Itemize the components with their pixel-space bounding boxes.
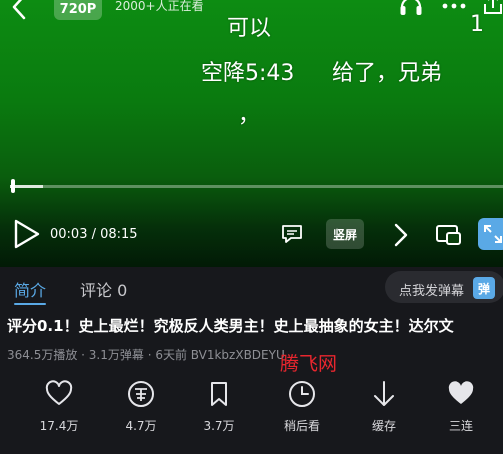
send-danmaku-placeholder: 点我发弹幕 — [399, 284, 465, 299]
coin-count: 4.7万 — [125, 419, 157, 433]
danmaku-badge-icon: 弹 — [473, 277, 495, 299]
like-count: 17.4万 — [39, 419, 79, 433]
back-icon[interactable] — [8, 0, 32, 20]
danmaku-comment: 给了，兄弟 — [332, 61, 443, 86]
favorite-button[interactable]: 3.7万 — [184, 378, 254, 438]
progress-bar[interactable] — [10, 185, 503, 188]
bookmark-icon — [211, 382, 227, 406]
watermark-logo: 腾飞网 — [280, 353, 338, 375]
tab-active-indicator — [14, 303, 46, 305]
download-label: 缓存 — [371, 419, 396, 433]
triple-action-label: 三连 — [448, 419, 473, 433]
heart-outline-icon — [45, 380, 73, 405]
action-bar: 17.4万 4.7万 3.7万 稍后看 缓存 三连 — [0, 378, 503, 454]
danmaku-comment: 1 — [470, 12, 484, 37]
heart-filled-icon — [448, 381, 474, 404]
watch-later-label: 稍后看 — [283, 419, 320, 433]
video-meta: 364.5万播放 · 3.1万弹幕 · 6天前 BV1kbzXBDEYU — [7, 348, 285, 362]
vertical-screen-button[interactable]: 竖屏 — [326, 219, 364, 249]
coin-button[interactable]: 4.7万 — [106, 378, 176, 438]
danmaku-comment: ， — [238, 103, 261, 128]
send-danmaku-input[interactable]: 点我发弹幕 弹 — [385, 271, 503, 303]
detail-tabs: 简介 评论 0 点我发弹幕 弹 — [0, 267, 503, 307]
share-icon[interactable] — [482, 0, 503, 16]
download-button[interactable]: 缓存 — [349, 378, 419, 438]
more-icon[interactable] — [441, 0, 467, 12]
tab-intro[interactable]: 简介 — [14, 277, 46, 301]
play-icon[interactable] — [12, 218, 42, 250]
fullscreen-icon — [484, 225, 502, 243]
danmaku-settings-icon[interactable] — [280, 222, 304, 246]
danmaku-comment: 空降5:43 — [201, 61, 295, 86]
playback-time: 00:03 / 08:15 — [50, 227, 138, 242]
progress-thumb[interactable] — [11, 179, 15, 193]
triple-action-button[interactable]: 三连 — [426, 378, 496, 438]
watch-later-button[interactable]: 稍后看 — [267, 378, 337, 438]
danmaku-comment: 可以 — [227, 16, 272, 41]
quality-button[interactable]: 720P — [54, 0, 102, 20]
fullscreen-button[interactable] — [478, 218, 503, 250]
coin-icon — [128, 381, 154, 407]
headphone-icon[interactable] — [398, 0, 424, 18]
picture-in-picture-icon[interactable] — [435, 223, 463, 247]
like-button[interactable]: 17.4万 — [24, 378, 94, 438]
favorite-count: 3.7万 — [203, 419, 235, 433]
download-arrow-icon — [374, 381, 394, 406]
video-player[interactable]: 720P 2000+人正在看 可以 空降5:43 给了，兄弟 ， 1 00:03… — [0, 0, 503, 267]
next-episode-icon[interactable] — [392, 221, 410, 249]
video-title[interactable]: 评分0.1！史上最烂！究极反人类男主！史上最抽象的女主！达尔文 — [7, 315, 503, 336]
clock-icon — [289, 381, 315, 407]
viewer-count: 2000+人正在看 — [115, 0, 204, 13]
tab-comments[interactable]: 评论 0 — [80, 277, 127, 301]
